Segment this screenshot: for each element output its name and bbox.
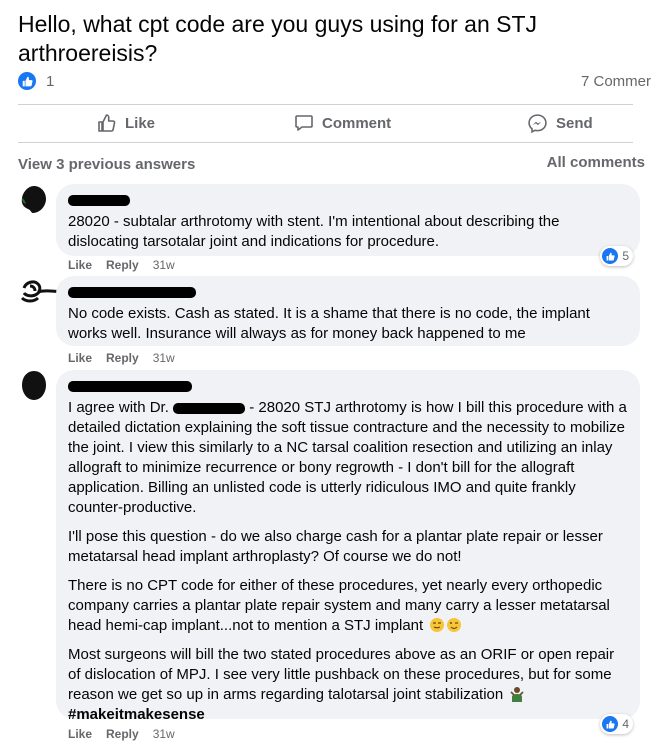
divider [18, 104, 633, 105]
author-name-redacted[interactable] [68, 192, 628, 208]
comment-reaction-badge[interactable]: 5 [600, 246, 633, 266]
comment-paragraph: There is no CPT code for either of these… [68, 576, 628, 636]
like-button[interactable]: Like [97, 106, 155, 140]
like-button-label: Like [125, 114, 156, 132]
comment-paragraph: I'll pose this question - do we also cha… [68, 528, 603, 565]
comment-button-label: Comment [322, 114, 392, 132]
comment-time[interactable]: 31w [153, 258, 175, 272]
thumbs-up-icon [98, 114, 116, 132]
reaction-count[interactable]: 1 [46, 73, 54, 90]
like-reaction-icon[interactable] [18, 72, 36, 90]
comment-reply-link[interactable]: Reply [106, 727, 139, 741]
comment-bubble: 28020 - subtalar arthrotomy with stent. … [56, 184, 640, 256]
comment-meta: Like Reply 31w [68, 351, 175, 365]
person-gesture-emoji-icon [510, 687, 524, 702]
view-previous-answers-link[interactable]: View 3 previous answers [18, 156, 195, 173]
mention-redacted[interactable] [173, 402, 246, 414]
reaction-count: 5 [622, 249, 629, 263]
comment-bubble: I agree with Dr. - 28020 STJ arthrotomy … [56, 370, 640, 723]
like-reaction-icon [602, 248, 619, 264]
comment-icon [295, 115, 313, 131]
avatar[interactable] [18, 184, 50, 216]
comment-reaction-badge[interactable]: 4 [600, 714, 633, 734]
comment-like-link[interactable]: Like [68, 727, 92, 741]
comment-time[interactable]: 31w [153, 351, 175, 365]
comment-count[interactable]: 7 Commer [581, 73, 651, 90]
comment-time[interactable]: 31w [153, 727, 175, 741]
comment-meta: Like Reply 31w [68, 258, 175, 272]
comment-text-segment: Most surgeons will bill the two stated p… [68, 646, 615, 703]
comment-bubble: No code exists. Cash as stated. It is a … [56, 276, 640, 346]
comment-reply-link[interactable]: Reply [106, 258, 139, 272]
comment-text: 28020 - subtalar arthrotomy with stent. … [68, 213, 560, 250]
reactions-row: 1 7 Commer [18, 72, 651, 92]
post-title: Hello, what cpt code are you guys using … [18, 11, 538, 66]
send-button[interactable]: Send [527, 106, 593, 140]
comment-text: I agree with Dr. - 28020 STJ arthrotomy … [68, 398, 628, 725]
hashtag-link[interactable]: #makeitmakesense [68, 706, 205, 723]
messenger-icon [528, 113, 547, 133]
all-comments-filter[interactable]: All comments [547, 154, 645, 171]
comment-paragraph: Most surgeons will bill the two stated p… [68, 645, 628, 725]
comment-like-link[interactable]: Like [68, 351, 92, 365]
author-name-redacted[interactable] [68, 284, 628, 300]
action-bar: Like Comment Send [18, 106, 633, 140]
comment-button[interactable]: Comment [294, 106, 391, 140]
send-button-label: Send [556, 114, 593, 132]
divider [18, 142, 633, 143]
comment-text-segment: - 28020 STJ arthrotomy is how I bill thi… [68, 399, 627, 516]
avatar[interactable] [18, 276, 63, 308]
reaction-count: 4 [622, 717, 629, 731]
comment-reply-link[interactable]: Reply [106, 351, 139, 365]
comment-text-segment: I agree with Dr. [68, 399, 169, 416]
like-reaction-icon [602, 716, 619, 732]
comment-meta: Like Reply 31w [68, 727, 175, 741]
author-name-redacted[interactable] [68, 378, 628, 394]
comment-text: No code exists. Cash as stated. It is a … [68, 305, 590, 342]
comment-paragraph: I agree with Dr. - 28020 STJ arthrotomy … [68, 398, 628, 518]
emoji-icon [430, 618, 462, 632]
comment-text-segment: There is no CPT code for either of these… [68, 577, 610, 634]
avatar[interactable] [18, 370, 50, 402]
comment-like-link[interactable]: Like [68, 258, 92, 272]
